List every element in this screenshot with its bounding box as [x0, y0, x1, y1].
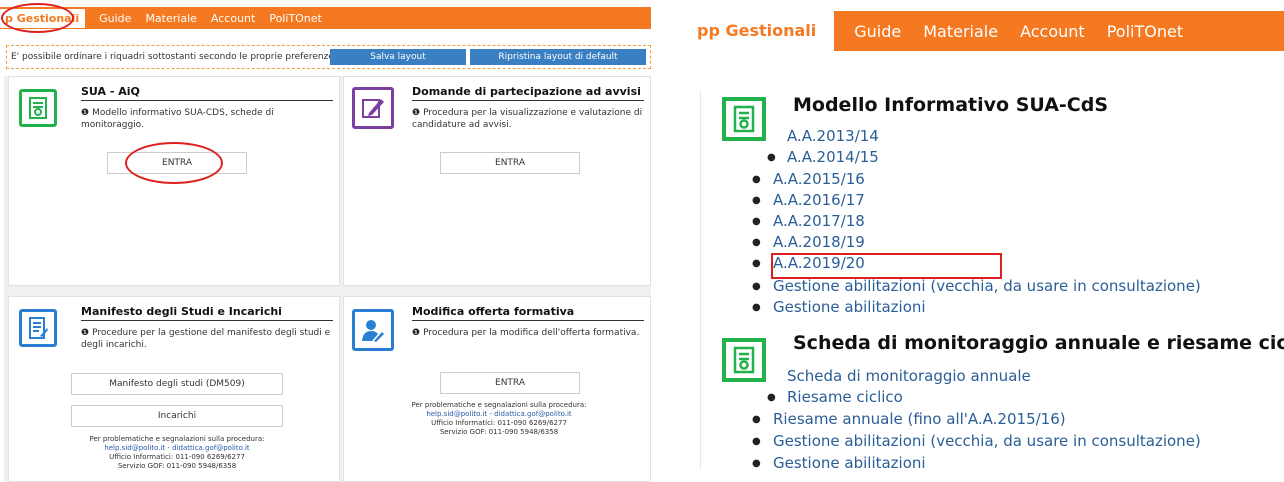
link-aa-2016-17[interactable]: A.A.2016/17: [773, 191, 865, 209]
section-title-scheda-monitoraggio: Scheda di monitoraggio annuale e riesame…: [793, 332, 1284, 354]
section-title-sua-cds: Modello Informativo SUA-CdS: [793, 94, 1109, 116]
bullet: ●: [752, 216, 761, 227]
nav-materiale[interactable]: Materiale: [923, 22, 998, 41]
link-aa-2015-16[interactable]: A.A.2015/16: [773, 170, 865, 188]
bullet: ●: [752, 302, 761, 313]
card-title: Manifesto degli Studi e Incarichi: [81, 305, 333, 321]
nav-app-gestionali[interactable]: p Gestionali: [0, 8, 86, 28]
support-info: Per problematiche e segnalazioni sulla p…: [374, 401, 624, 437]
reset-layout-button[interactable]: Ripristina layout di default: [470, 49, 646, 65]
list-edit-icon: [19, 309, 57, 347]
layout-message: E' possibile ordinare i riquadri sottost…: [11, 52, 343, 62]
bullet: ●: [752, 174, 761, 185]
card-title: SUA - AiQ: [81, 85, 333, 101]
link-riesame-ciclico[interactable]: Riesame ciclico: [787, 388, 903, 406]
info-icon: ❶: [412, 328, 421, 338]
info-icon: ❶: [412, 108, 421, 118]
nav-app-gestionali[interactable]: pp Gestionali: [697, 11, 835, 51]
enter-button[interactable]: ENTRA: [440, 372, 580, 394]
divider: [700, 90, 701, 470]
document-certificate-icon: [722, 338, 766, 382]
support-email-link[interactable]: help.sid@polito.it - didattica.gof@polit…: [374, 410, 624, 419]
nav-politonet[interactable]: PoliTOnet: [1107, 22, 1183, 41]
bullet: ●: [752, 195, 761, 206]
right-top-navbar: pp Gestionali Guide Materiale Account Po…: [697, 11, 1284, 51]
bullet: ●: [752, 414, 761, 425]
link-gestione-abilitazioni[interactable]: Gestione abilitazioni: [773, 454, 926, 472]
nav-materiale[interactable]: Materiale: [145, 12, 196, 25]
nav-account[interactable]: Account: [1020, 22, 1085, 41]
card-domande-partecipazione: Domande di partecipazione ad avvisi ❶ Pro…: [343, 76, 651, 286]
support-info: Per problematiche e segnalazioni sulla p…: [49, 435, 305, 471]
link-aa-2019-20[interactable]: A.A.2019/20: [773, 254, 865, 272]
nav-guide[interactable]: Guide: [99, 12, 131, 25]
left-top-navbar: p Gestionali Guide Materiale Account Pol…: [0, 7, 651, 29]
link-aa-2018-19[interactable]: A.A.2018/19: [773, 233, 865, 251]
support-email-link[interactable]: help.sid@polito.it - didattica.gof@polit…: [49, 444, 305, 453]
enter-button[interactable]: ENTRA: [440, 152, 580, 174]
incarichi-button[interactable]: Incarichi: [71, 405, 283, 427]
card-modifica-offerta: Modifica offerta formativa ❶ Procedura pe…: [343, 296, 651, 482]
link-gestione-abilitazioni[interactable]: Gestione abilitazioni: [773, 298, 926, 316]
link-gestione-abilitazioni-vecchia[interactable]: Gestione abilitazioni (vecchia, da usare…: [773, 277, 1201, 295]
manifesto-dm509-button[interactable]: Manifesto degli studi (DM509): [71, 373, 283, 395]
info-icon: ❶: [81, 108, 90, 118]
document-certificate-icon: [722, 97, 766, 141]
user-edit-icon: [352, 309, 394, 351]
bullet: ●: [752, 458, 761, 469]
link-riesame-annuale[interactable]: Riesame annuale (fino all'A.A.2015/16): [773, 410, 1066, 428]
card-description: ❶ Procedura per la modifica dell'offerta …: [412, 328, 640, 338]
bullet: ●: [767, 152, 776, 163]
bullet: ●: [767, 392, 776, 403]
card-manifesto-studi: Manifesto degli Studi e Incarichi ❶ Proce…: [8, 296, 340, 482]
card-sua-aiq: SUA - AiQ ❶ Modello informativo SUA-CDS, …: [8, 76, 340, 286]
card-description: ❶ Procedure per la gestione del manifesto…: [81, 328, 331, 350]
card-description: ❶ Modello informativo SUA-CDS, schede di …: [81, 108, 274, 130]
nav-account[interactable]: Account: [211, 12, 255, 25]
edit-document-icon: [352, 87, 394, 129]
bullet: ●: [752, 237, 761, 248]
link-aa-2017-18[interactable]: A.A.2017/18: [773, 212, 865, 230]
bullet: ●: [752, 258, 761, 269]
card-title: Modifica offerta formativa: [412, 305, 644, 321]
bullet: ●: [752, 281, 761, 292]
nav-politonet[interactable]: PoliTOnet: [269, 12, 322, 25]
link-gestione-abilitazioni-vecchia[interactable]: Gestione abilitazioni (vecchia, da usare…: [773, 432, 1201, 450]
nav-guide[interactable]: Guide: [854, 22, 901, 41]
enter-button[interactable]: ENTRA: [107, 152, 247, 174]
link-scheda-monitoraggio-annuale[interactable]: Scheda di monitoraggio annuale: [787, 367, 1031, 385]
info-icon: ❶: [81, 328, 90, 338]
link-aa-2013-14[interactable]: A.A.2013/14: [787, 127, 879, 145]
document-certificate-icon: [19, 89, 57, 127]
card-description: ❶ Procedura per la visualizzazione e valu…: [412, 108, 643, 130]
link-aa-2014-15[interactable]: A.A.2014/15: [787, 148, 879, 166]
card-title: Domande di partecipazione ad avvisi: [412, 85, 644, 101]
save-layout-button[interactable]: Salva layout: [330, 49, 466, 65]
bullet: ●: [752, 436, 761, 447]
